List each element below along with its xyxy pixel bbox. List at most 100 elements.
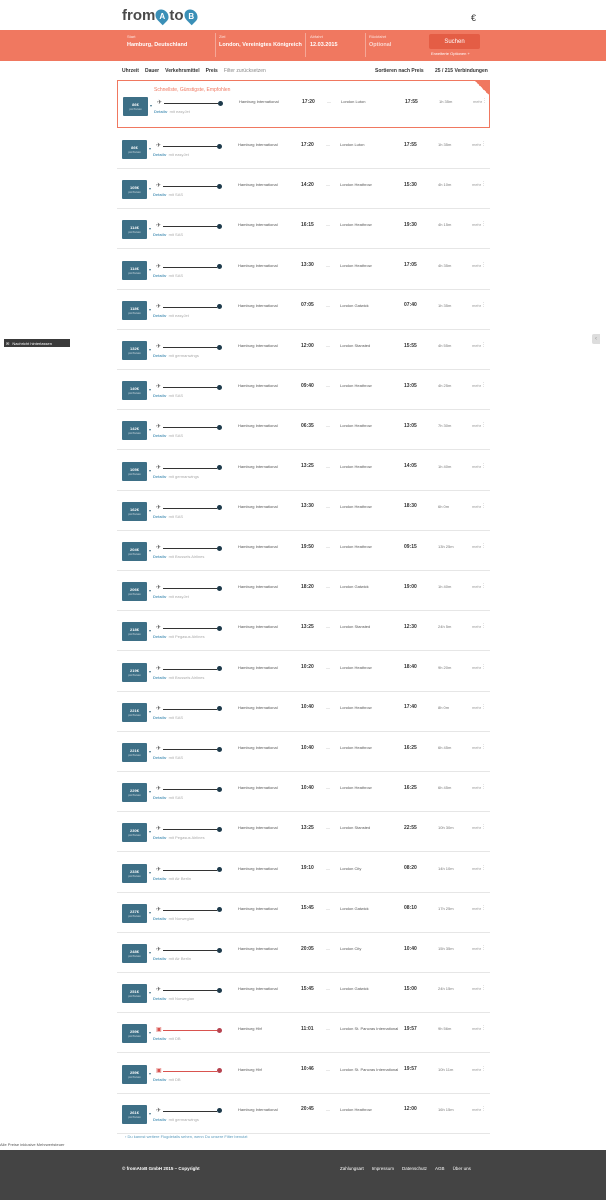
- result-row[interactable]: 105€ pro Person ▾ ✈ Details· mit SAS Hamburg …: [117, 169, 490, 210]
- result-row[interactable]: 206€ pro Person ▾ ✈ Details· mit easyJet Hamb…: [117, 571, 490, 612]
- result-row[interactable]: 229€ pro Person ▾ ✈ Details· mit SAS Hamburg …: [117, 772, 490, 813]
- more-link[interactable]: mehr: [472, 665, 481, 670]
- result-row[interactable]: 162€ pro Person ▾ ✈ Details· mit SAS Hamburg …: [117, 491, 490, 531]
- more-link[interactable]: mehr: [472, 866, 481, 871]
- details-link[interactable]: Details· mit SAS: [153, 795, 183, 800]
- result-row[interactable]: 230€ pro Person ▾ ✈ Details· mit Pegasus Air…: [117, 812, 490, 853]
- more-options-icon[interactable]: ⋮: [481, 262, 486, 268]
- chevron-down-icon[interactable]: ▾: [149, 387, 151, 392]
- from-field[interactable]: Start Hamburg, Deutschland: [127, 34, 187, 48]
- chevron-down-icon[interactable]: ▾: [149, 709, 151, 714]
- result-row[interactable]: 218€ pro Person ▾ ✈ Details· mit Pegasus Air…: [117, 611, 490, 652]
- return-field[interactable]: Rückfahrt Optional: [369, 34, 391, 48]
- price-button[interactable]: 162€ pro Person: [122, 501, 147, 521]
- more-options-icon[interactable]: ⋮: [481, 985, 486, 991]
- price-button[interactable]: 114€ pro Person: [122, 220, 147, 240]
- result-row[interactable]: 259€ pro Person ▾ ▣ Details· mit DB Hamburg H…: [117, 1013, 490, 1054]
- more-options-icon[interactable]: ⋮: [481, 744, 486, 750]
- more-link[interactable]: mehr: [472, 986, 481, 991]
- price-button[interactable]: 229€ pro Person: [122, 783, 147, 803]
- chevron-down-icon[interactable]: ▾: [149, 267, 151, 272]
- filter-reset-link[interactable]: Filter zurücksetzen: [224, 68, 266, 74]
- footer-link-about[interactable]: Über uns: [453, 1166, 471, 1171]
- currency-toggle[interactable]: €: [471, 13, 476, 23]
- price-button[interactable]: 248€ pro Person: [122, 944, 147, 963]
- price-button[interactable]: 218€ pro Person: [122, 622, 147, 642]
- details-link[interactable]: Details· mit easyJet: [153, 313, 189, 318]
- chevron-down-icon[interactable]: ▾: [149, 548, 151, 553]
- more-options-icon[interactable]: ⋮: [481, 1066, 486, 1072]
- more-options-icon[interactable]: ⋮: [481, 865, 486, 871]
- price-button[interactable]: 132€ pro Person: [122, 341, 147, 360]
- more-options-icon[interactable]: ⋮: [481, 382, 486, 388]
- more-link[interactable]: mehr: [472, 825, 481, 830]
- search-button[interactable]: Suchen: [429, 34, 480, 49]
- result-row[interactable]: 233€ pro Person ▾ ✈ Details· mit Air Berlin H…: [117, 853, 490, 893]
- chevron-down-icon[interactable]: ▾: [149, 870, 151, 875]
- recommended-result-row[interactable]: Schnellste, Günstigste, Empfohlen 86€ pro …: [117, 80, 490, 128]
- price-button[interactable]: 221€ pro Person: [122, 743, 147, 762]
- result-row[interactable]: 237€ pro Person ▾ ✈ Details· mit Norwegian Ha…: [117, 893, 490, 933]
- result-row[interactable]: 118€ pro Person ▾ ✈ Details· mit easyJet Hamb…: [117, 290, 490, 330]
- details-link[interactable]: Details· mit easyJet: [154, 109, 190, 114]
- price-button[interactable]: 86€ pro Person: [122, 140, 147, 159]
- more-link[interactable]: mehr: [472, 263, 481, 268]
- more-options-icon[interactable]: ⋮: [481, 503, 486, 509]
- price-button[interactable]: 251€ pro Person: [122, 984, 147, 1004]
- chevron-down-icon[interactable]: ▾: [149, 910, 151, 915]
- details-link[interactable]: Details· mit germanwings: [153, 353, 199, 358]
- result-row[interactable]: 114€ pro Person ▾ ✈ Details· mit SAS Hamburg …: [117, 250, 490, 290]
- more-link[interactable]: mehr: [472, 745, 481, 750]
- chevron-down-icon[interactable]: ▾: [149, 669, 151, 674]
- price-button[interactable]: 204€ pro Person: [122, 542, 147, 561]
- chevron-down-icon[interactable]: ▾: [149, 146, 151, 151]
- more-link[interactable]: mehr: [472, 504, 481, 509]
- more-options-icon[interactable]: ⋮: [481, 1106, 486, 1112]
- more-link[interactable]: mehr: [472, 222, 481, 227]
- more-link[interactable]: mehr: [472, 624, 481, 629]
- price-button[interactable]: 233€ pro Person: [122, 863, 147, 883]
- more-link[interactable]: mehr: [472, 142, 481, 147]
- advanced-options-link[interactable]: Erweiterte Optionen +: [431, 51, 470, 56]
- details-link[interactable]: Details· mit Air Berlin: [153, 956, 191, 961]
- leave-message-button[interactable]: ✉ Nachricht hinterlassen: [4, 339, 70, 347]
- details-link[interactable]: Details· mit Brussels Airlines: [153, 675, 204, 680]
- result-row[interactable]: 261€ pro Person ▾ ✈ Details· mit germanwings…: [117, 1094, 490, 1134]
- price-button[interactable]: 230€ pro Person: [122, 823, 147, 843]
- chevron-down-icon[interactable]: ▾: [149, 789, 151, 794]
- more-options-icon[interactable]: ⋮: [481, 342, 486, 348]
- more-options-icon[interactable]: ⋮: [481, 181, 486, 187]
- more-options-icon[interactable]: ⋮: [481, 543, 486, 549]
- date-field[interactable]: Abfahrt 12.03.2015: [310, 34, 338, 48]
- result-row[interactable]: 105€ pro Person ▾ ✈ Details· mit germanwings…: [117, 451, 490, 491]
- more-link[interactable]: mehr: [473, 99, 482, 104]
- price-button[interactable]: 206€ pro Person: [122, 582, 147, 602]
- details-link[interactable]: Details· mit Pegasus Airlines: [153, 634, 205, 639]
- more-options-icon[interactable]: ⋮: [481, 422, 486, 428]
- more-link[interactable]: mehr: [472, 544, 481, 549]
- details-link[interactable]: Details· mit SAS: [153, 433, 183, 438]
- filter-time[interactable]: Uhrzeit: [122, 68, 139, 74]
- result-row[interactable]: 204€ pro Person ▾ ✈ Details· mit Brussels Ai…: [117, 531, 490, 571]
- more-options-icon[interactable]: ⋮: [481, 583, 486, 589]
- price-button[interactable]: 114€ pro Person: [122, 260, 147, 280]
- more-link[interactable]: mehr: [472, 584, 481, 589]
- more-link[interactable]: mehr: [472, 343, 481, 348]
- chevron-down-icon[interactable]: ▾: [149, 1111, 151, 1116]
- more-options-icon[interactable]: ⋮: [482, 98, 487, 104]
- more-link[interactable]: mehr: [472, 303, 481, 308]
- chevron-down-icon[interactable]: ▾: [149, 427, 151, 432]
- chevron-down-icon[interactable]: ▾: [149, 628, 151, 633]
- more-link[interactable]: mehr: [472, 1026, 481, 1031]
- more-link[interactable]: mehr: [472, 182, 481, 187]
- details-link[interactable]: Details· mit germanwings: [153, 474, 199, 479]
- footer-link-payment[interactable]: Zahlungsart: [340, 1166, 364, 1171]
- filter-price[interactable]: Preis: [206, 68, 218, 74]
- more-link[interactable]: mehr: [472, 464, 481, 469]
- more-options-icon[interactable]: ⋮: [481, 784, 486, 790]
- chevron-down-icon[interactable]: ▾: [149, 829, 151, 834]
- price-button[interactable]: 105€ pro Person: [122, 180, 147, 200]
- chevron-down-icon[interactable]: ▾: [149, 508, 151, 513]
- footer-link-terms[interactable]: AGB: [435, 1166, 445, 1171]
- price-button[interactable]: 259€ pro Person: [122, 1064, 147, 1084]
